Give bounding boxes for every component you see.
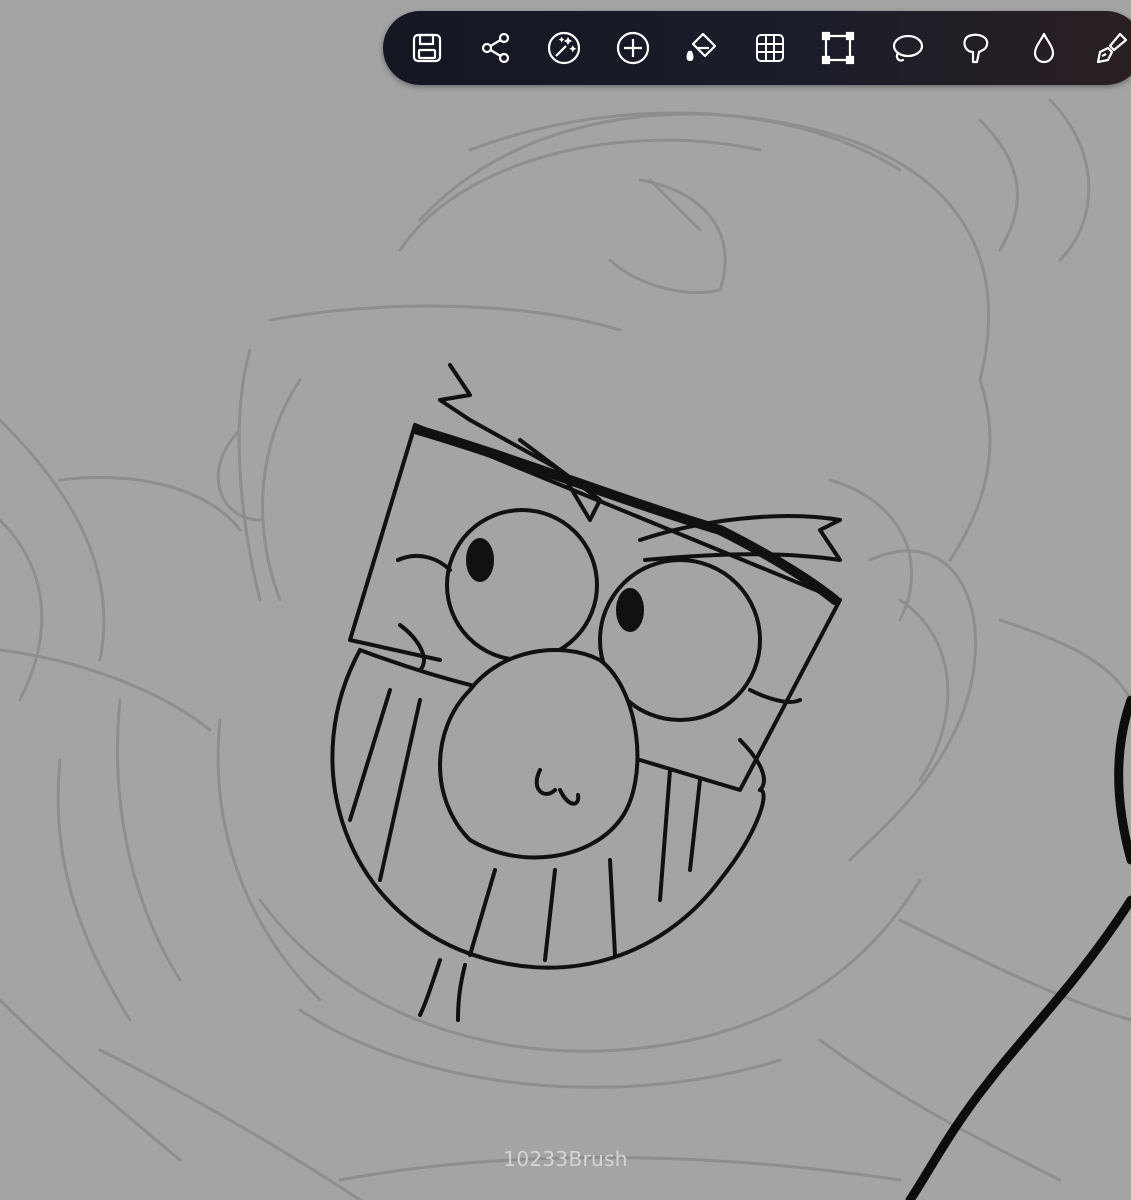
app-watermark: 10233Brush bbox=[503, 1147, 628, 1171]
brush-button[interactable] bbox=[1090, 26, 1131, 70]
share-icon bbox=[481, 32, 509, 64]
magic-wand-icon bbox=[547, 31, 581, 65]
smudge-button[interactable] bbox=[953, 26, 997, 70]
blur-button[interactable] bbox=[1022, 26, 1066, 70]
add-button[interactable] bbox=[611, 26, 655, 70]
brush-icon bbox=[1096, 32, 1128, 64]
add-icon bbox=[616, 31, 649, 65]
blur-drop-icon bbox=[1033, 32, 1054, 64]
sketch-artwork bbox=[0, 98, 1131, 1200]
fill-bucket-button[interactable] bbox=[679, 26, 723, 70]
transform-button[interactable] bbox=[816, 26, 860, 70]
magic-wand-button[interactable] bbox=[542, 26, 586, 70]
tool-bar bbox=[383, 11, 1131, 85]
fill-bucket-icon bbox=[686, 32, 717, 62]
lasso-button[interactable] bbox=[885, 26, 929, 70]
smudge-icon bbox=[963, 33, 989, 64]
grid-icon bbox=[755, 34, 784, 62]
save-icon bbox=[412, 33, 442, 63]
drawing-canvas[interactable] bbox=[0, 0, 1131, 1200]
save-button[interactable] bbox=[405, 26, 449, 70]
transform-icon bbox=[821, 31, 855, 65]
grid-button[interactable] bbox=[748, 26, 792, 70]
share-button[interactable] bbox=[474, 26, 518, 70]
lasso-icon bbox=[892, 34, 923, 62]
